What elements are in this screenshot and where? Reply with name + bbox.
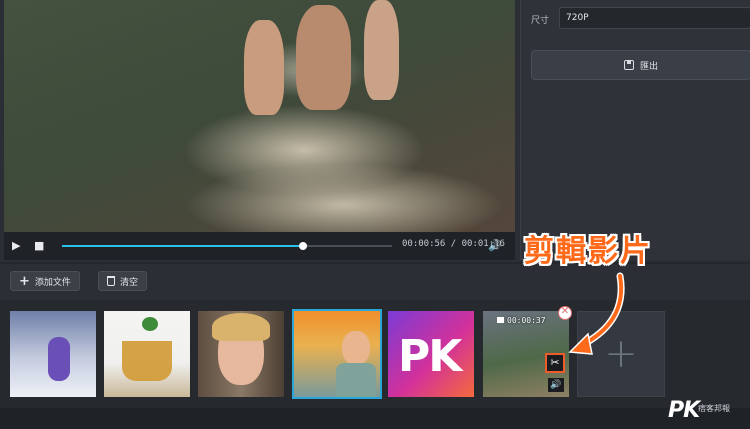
clip-thumbnail-snow-child[interactable] xyxy=(10,311,96,397)
preview-figure xyxy=(364,0,399,100)
mint-leaf xyxy=(142,317,158,331)
clip-volume-icon[interactable]: 🔊 xyxy=(548,378,564,392)
add-files-button[interactable]: + 添加文件 xyxy=(10,271,80,291)
child-body xyxy=(336,363,376,397)
progress-fill xyxy=(62,245,303,247)
bottom-bar xyxy=(0,408,750,429)
callout-arrow xyxy=(568,272,625,355)
stop-icon[interactable]: ■ xyxy=(34,239,44,253)
tea-cup-shape xyxy=(122,341,172,381)
hair-shape xyxy=(212,313,270,341)
plus-icon: + xyxy=(19,273,30,289)
scissors-icon[interactable]: ✂ xyxy=(545,353,565,373)
watermark: PK 痞客邦報 xyxy=(668,398,748,426)
progress-bar[interactable] xyxy=(62,242,392,250)
clip-duration: 00:00:37 xyxy=(507,316,546,325)
video-preview xyxy=(4,0,515,232)
clip-thumbnail-girl-portrait[interactable] xyxy=(198,311,284,397)
size-select[interactable]: 720P xyxy=(559,7,750,29)
clip-thumbnail-tea-cup[interactable] xyxy=(104,311,190,397)
video-icon xyxy=(497,317,504,323)
save-icon xyxy=(623,60,634,70)
watermark-caption: 痞客邦報 xyxy=(698,404,730,413)
export-button[interactable]: 匯出 xyxy=(531,50,750,80)
size-value: 720P xyxy=(566,13,589,23)
clip-thumbnail-pk-logo[interactable]: PK xyxy=(388,311,474,397)
time-separator: / xyxy=(445,239,462,249)
export-label: 匯出 xyxy=(639,61,658,72)
volume-icon[interactable]: 🔊 xyxy=(488,239,502,253)
add-files-label: 添加文件 xyxy=(34,277,71,288)
pk-logo-text: PK xyxy=(398,331,462,382)
preview-figure xyxy=(244,20,284,115)
watermark-logo: PK xyxy=(668,398,700,423)
play-icon[interactable]: ▶ xyxy=(12,239,20,253)
trash-icon xyxy=(107,276,115,286)
clear-label: 清空 xyxy=(120,277,139,288)
preview-figure xyxy=(296,5,351,110)
settings-panel: 尺寸 720P 匯出 xyxy=(520,0,750,260)
clip-thumbnail-sunset-child[interactable] xyxy=(292,309,382,399)
child-figure xyxy=(48,337,70,381)
clear-button[interactable]: 清空 xyxy=(98,271,148,291)
current-time: 00:00:56 xyxy=(402,239,446,249)
child-face xyxy=(342,331,370,365)
progress-handle[interactable] xyxy=(298,242,307,250)
size-label: 尺寸 xyxy=(531,16,550,26)
player-controls: ▶ ■ 00:00:56 / 00:01:16 🔊 xyxy=(4,232,515,260)
callout-text: 剪輯影片 xyxy=(524,234,652,269)
